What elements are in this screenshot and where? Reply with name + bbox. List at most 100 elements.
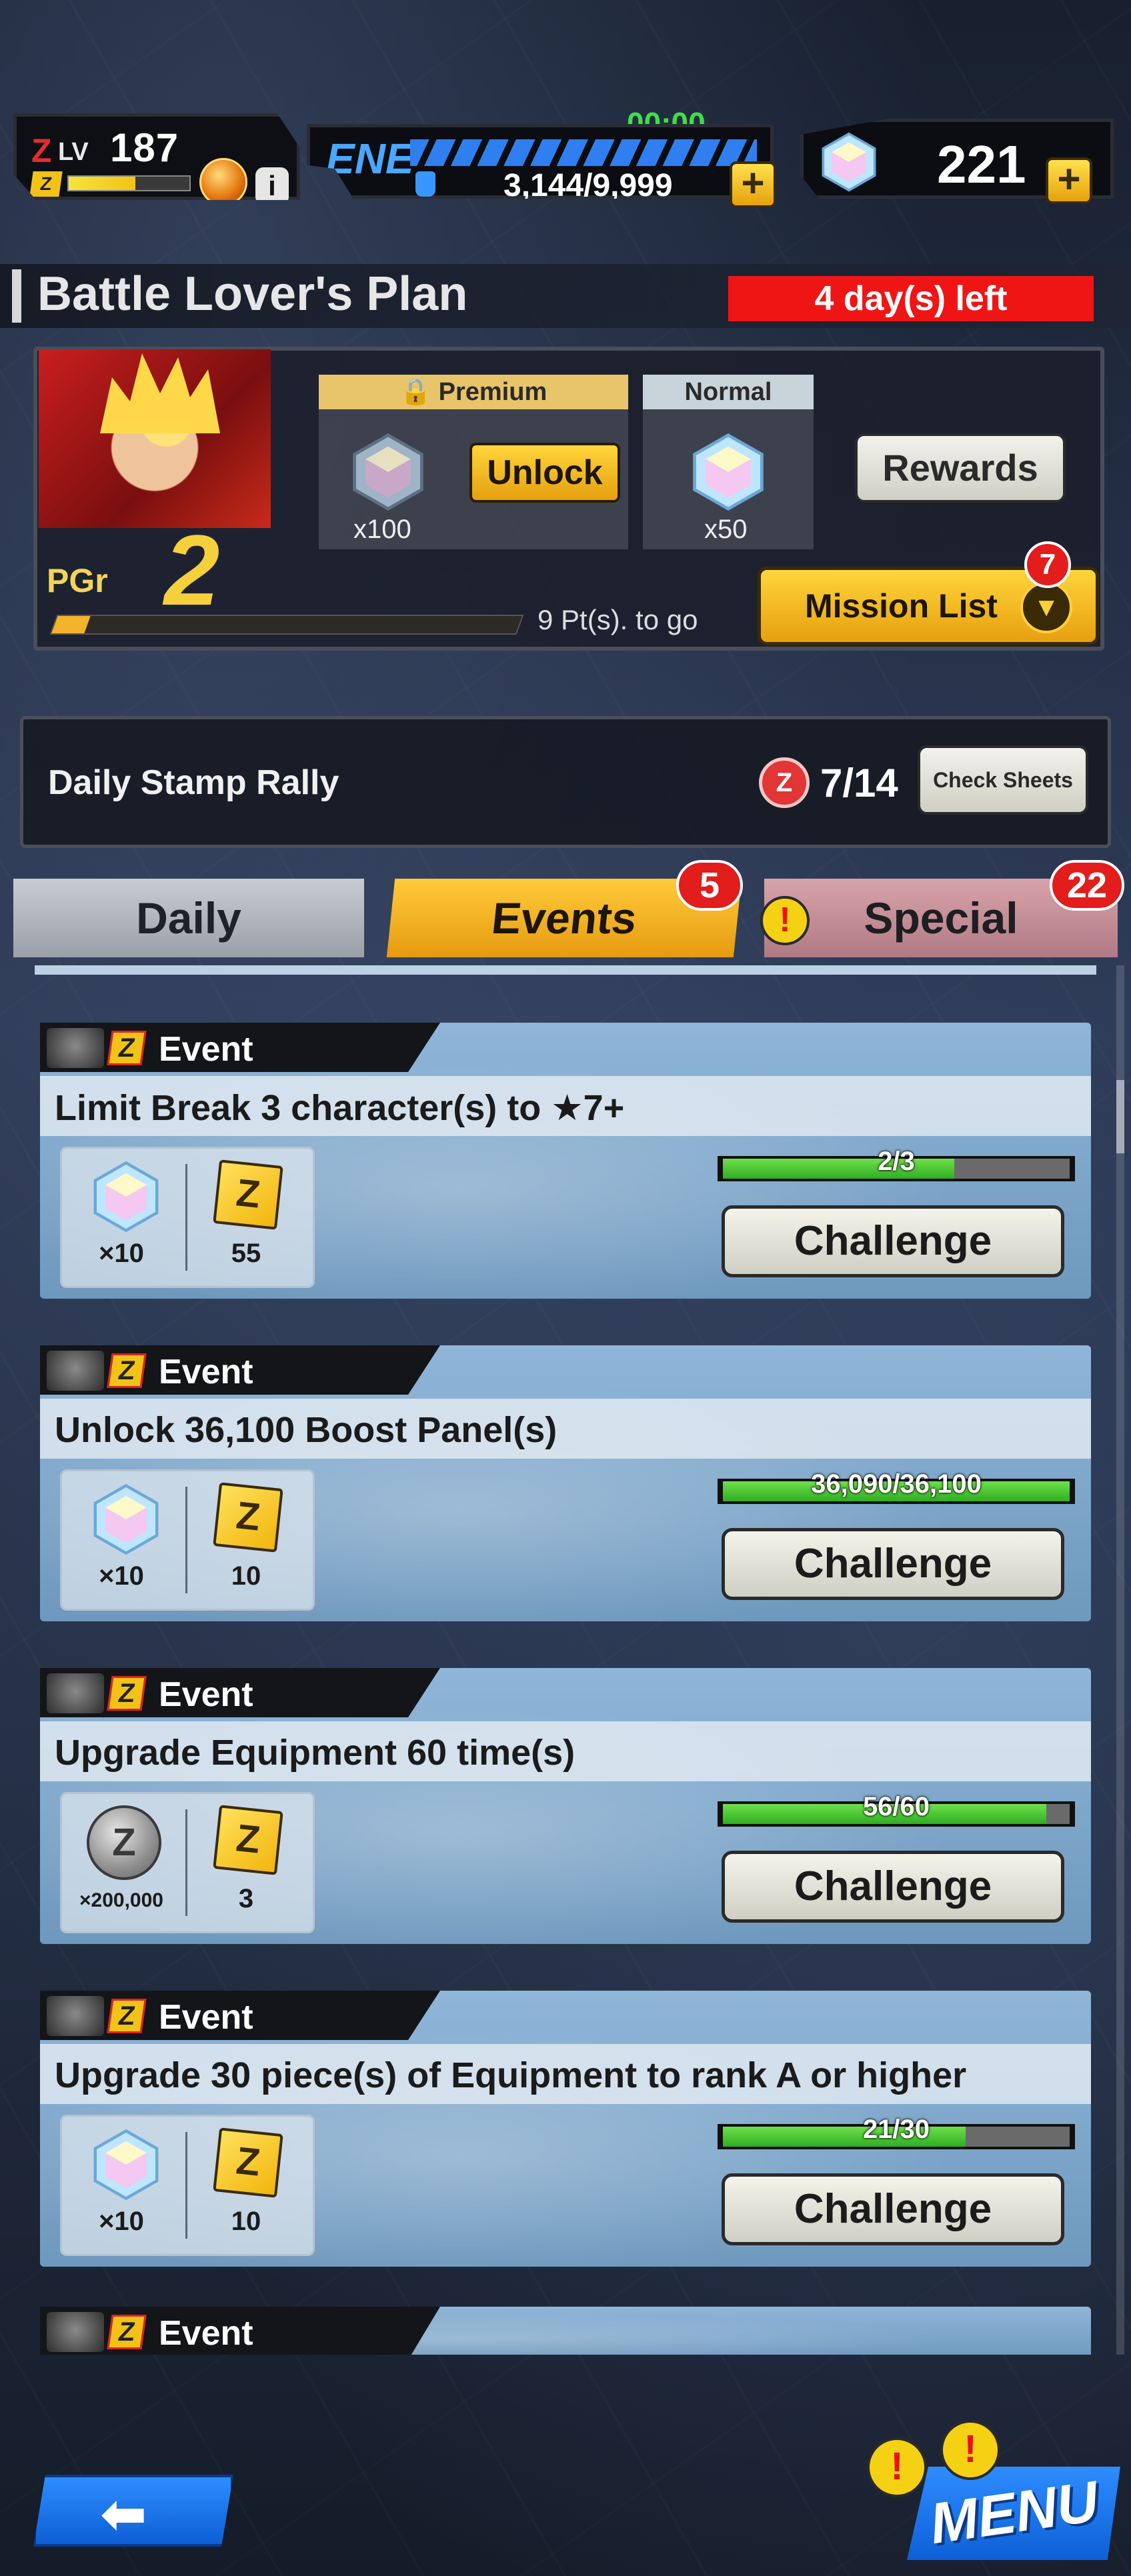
mission-tag: Event — [159, 1998, 253, 2037]
mission-tag: Event — [159, 1353, 253, 1391]
premium-quantity: x100 — [353, 515, 411, 544]
z-ticket-icon: Z — [213, 1805, 283, 1875]
reward-quantity: 55 — [231, 1239, 261, 1268]
character-portrait — [39, 349, 271, 528]
mission-tag: Event — [159, 1675, 253, 1714]
z-ticket-icon: Z — [213, 2127, 283, 2198]
info-icon[interactable]: i — [255, 167, 289, 200]
chevron-down-icon[interactable]: ▼ — [1020, 581, 1072, 633]
energy-box: ENE 3,144/9,999 — [307, 124, 774, 199]
level-z-glyph: Z — [31, 132, 52, 169]
reward-quantity: ×10 — [99, 1561, 144, 1591]
challenge-button[interactable]: Challenge — [722, 1205, 1064, 1277]
energy-bar — [410, 139, 757, 166]
events-badge: 5 — [676, 860, 743, 911]
level-label: LV — [58, 138, 89, 166]
premium-track-header: 🔒 Premium — [319, 375, 628, 409]
mission-progress-text: 2/3 — [878, 1147, 915, 1176]
add-energy-button[interactable]: + — [730, 161, 776, 208]
mission-tag: Event — [159, 2314, 253, 2353]
reward-divider — [185, 1164, 187, 1271]
chrono-crystal-icon — [822, 132, 876, 192]
alert-icon: ! — [760, 896, 810, 945]
reward-quantity: ×200,000 — [79, 1889, 163, 1911]
mission-list[interactable]: Z Event Limit Break 3 character(s) to ★7… — [35, 965, 1096, 2355]
mission-progress-text: 56/60 — [862, 1792, 930, 1821]
character-avatar — [47, 1028, 104, 1068]
stamp-icon: Z — [759, 757, 810, 808]
add-crystal-button[interactable]: + — [1046, 157, 1092, 204]
mission-card: Z Event Limit Break 3 character(s) to ★7… — [35, 1023, 1096, 1299]
mission-card: Z Event Upgrade Equipment 60 time(s) Z ×… — [35, 1668, 1096, 1944]
player-level-box[interactable]: Z LV 187 Z i — [13, 113, 300, 200]
mission-title: Limit Break 3 character(s) to ★7+ — [55, 1088, 625, 1128]
z-badge-icon: Z — [107, 1999, 147, 2033]
alert-icon: ! — [940, 2420, 1000, 2480]
crystal-count: 221 — [937, 135, 1026, 194]
list-top-edge — [35, 965, 1096, 975]
energy-flask-icon — [415, 171, 435, 197]
crystal-icon — [693, 433, 764, 511]
mission-progress-text: 36,090/36,100 — [811, 1469, 982, 1499]
mission-card: Z Event Upgrade 30 piece(s) of Equipment… — [35, 1991, 1096, 2267]
z-badge-icon: Z — [107, 1676, 147, 1711]
character-avatar — [47, 1673, 104, 1713]
crystal-icon — [93, 2129, 159, 2201]
reward-quantity: 10 — [231, 1561, 261, 1591]
energy-value: 3,144/9,999 — [503, 168, 673, 203]
mission-card-partial: Z Event — [35, 2307, 1096, 2355]
level-progress-bar — [67, 175, 191, 191]
mission-title: Upgrade 30 piece(s) of Equipment to rank… — [55, 2055, 967, 2095]
page-title: Battle Lover's Plan — [37, 267, 468, 321]
title-accent — [12, 269, 21, 323]
challenge-button[interactable]: Challenge — [722, 2173, 1064, 2245]
character-avatar — [47, 1351, 104, 1391]
z-ticket-icon: Z — [213, 1482, 283, 1553]
reward-divider — [185, 2132, 187, 2239]
stamp-rally-title: Daily Stamp Rally — [48, 763, 339, 802]
z-ticket-icon: Z — [213, 1159, 283, 1230]
rewards-button[interactable]: Rewards — [855, 433, 1066, 503]
normal-quantity: x50 — [704, 515, 748, 544]
check-sheets-button[interactable]: Check Sheets — [918, 745, 1088, 815]
character-avatar — [47, 2312, 104, 2352]
energy-label: ENE — [326, 135, 414, 183]
z-badge-icon: Z — [107, 1353, 147, 1388]
dragon-ball-icon[interactable] — [199, 158, 247, 200]
scrollbar[interactable] — [1116, 965, 1124, 2355]
mission-tag: Event — [159, 1030, 253, 1069]
unlock-button[interactable]: Unlock — [469, 443, 620, 503]
alert-icon: ! — [867, 2437, 927, 2497]
crystal-icon — [93, 1161, 159, 1233]
player-level: 187 — [110, 125, 179, 170]
z-badge-icon: Z — [107, 1031, 147, 1065]
crystal-icon — [353, 433, 423, 511]
special-badge: 22 — [1050, 860, 1124, 911]
mission-card: Z Event Unlock 36,100 Boost Panel(s) ×10… — [35, 1345, 1096, 1621]
pgr-level: 2 — [164, 514, 220, 626]
pgr-label: PGr — [47, 562, 108, 599]
reward-quantity: 3 — [238, 1884, 254, 1913]
level-progress-fill — [69, 177, 135, 190]
z-badge-icon: Z — [29, 171, 63, 197]
back-arrow-icon[interactable]: ⬅ — [100, 2481, 147, 2547]
days-left-badge: 4 day(s) left — [728, 276, 1094, 321]
crystal-icon — [93, 1483, 159, 1555]
pgr-progress-bar — [49, 615, 524, 635]
normal-track-header: Normal — [643, 375, 814, 409]
reward-divider — [185, 1487, 187, 1593]
challenge-button[interactable]: Challenge — [722, 1851, 1064, 1923]
premium-label: Premium — [438, 378, 547, 406]
challenge-button[interactable]: Challenge — [722, 1528, 1064, 1600]
tab-daily[interactable]: Daily — [13, 879, 364, 957]
reward-quantity: ×10 — [99, 1239, 144, 1268]
character-avatar — [47, 1996, 104, 2036]
status-bar: Z LV 187 Z i 00:00 ENE 3,144/9,999 + 221… — [0, 100, 1131, 233]
z-badge-icon: Z — [107, 2315, 147, 2349]
reward-quantity: 10 — [231, 2207, 261, 2236]
scrollbar-thumb[interactable] — [1116, 1080, 1124, 1153]
mission-progress-text: 21/30 — [862, 2115, 930, 2144]
points-to-go: 9 Pt(s). to go — [537, 604, 698, 635]
mission-title: Unlock 36,100 Boost Panel(s) — [55, 1410, 557, 1450]
zeni-coin-icon: Z — [87, 1805, 161, 1880]
